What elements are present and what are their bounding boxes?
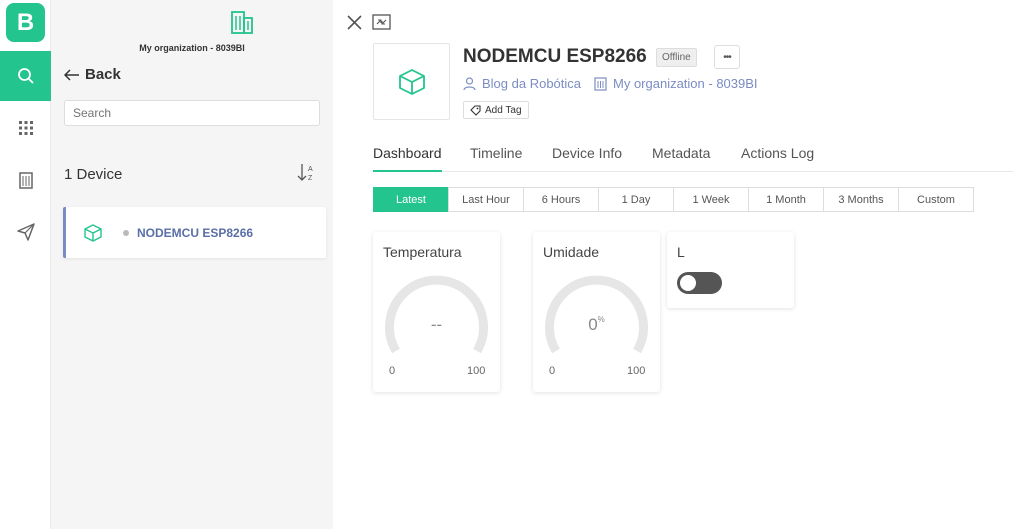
- temperatura-gauge-widget[interactable]: Temperatura -- 0 100: [373, 232, 500, 392]
- widget-title: L: [677, 244, 685, 260]
- umidade-gauge-widget[interactable]: Umidade 0% 0 100: [533, 232, 660, 392]
- device-list-panel: My organization - 8039BI Back 1 Device A…: [51, 0, 333, 529]
- device-list-item-name: NODEMCU ESP8266: [137, 225, 254, 240]
- range-1-week[interactable]: 1 Week: [673, 187, 749, 212]
- status-dot: [123, 229, 129, 236]
- send-icon: [16, 223, 35, 241]
- range-latest[interactable]: Latest: [373, 187, 449, 212]
- arrow-left-icon: [64, 68, 79, 81]
- device-organization-link[interactable]: My organization - 8039BI: [594, 76, 758, 91]
- tag-icon: [470, 104, 481, 116]
- organization-nav-button[interactable]: [0, 155, 51, 205]
- widget-title: Umidade: [543, 244, 600, 260]
- search-input[interactable]: [64, 100, 320, 126]
- back-label: Back: [85, 66, 121, 83]
- close-icon[interactable]: [346, 14, 363, 31]
- device-cube-icon: [398, 68, 425, 95]
- device-owner: Blog da Robótica: [482, 76, 582, 91]
- gauge-value: 0: [588, 315, 598, 334]
- gauge-max-label: 100: [467, 365, 486, 377]
- blynk-logo[interactable]: B: [6, 3, 45, 42]
- building-icon: [594, 76, 607, 91]
- gauge-min-label: 0: [549, 365, 556, 377]
- grid-icon: [18, 121, 33, 135]
- range-3-months[interactable]: 3 Months: [823, 187, 899, 212]
- dashboard-nav-button[interactable]: [0, 103, 51, 153]
- gauge-min-label: 0: [389, 365, 396, 377]
- gauge-value-wrap: 0%: [533, 315, 660, 335]
- device-organization: My organization - 8039BI: [613, 76, 758, 91]
- gauge-max-label: 100: [627, 365, 646, 377]
- tab-dashboard[interactable]: Dashboard: [373, 145, 442, 172]
- range-1-day[interactable]: 1 Day: [598, 187, 674, 212]
- tab-device-info[interactable]: Device Info: [552, 145, 622, 172]
- tab-actions-log[interactable]: Actions Log: [741, 145, 814, 172]
- search-nav-button[interactable]: [0, 51, 51, 101]
- search-icon: [17, 68, 34, 84]
- switch-widget: L: [667, 232, 794, 308]
- svg-text:A: A: [308, 166, 313, 173]
- svg-text:Z: Z: [308, 175, 313, 182]
- gauge-arc: [385, 275, 488, 354]
- device-image[interactable]: [373, 43, 450, 120]
- device-tabs: Dashboard Timeline Device Info Metadata …: [373, 145, 1013, 172]
- device-cube-icon: [84, 223, 102, 242]
- organization-building-icon: [231, 11, 253, 34]
- tab-timeline[interactable]: Timeline: [470, 145, 522, 172]
- building-icon: [18, 172, 33, 189]
- expand-icon[interactable]: [372, 14, 391, 30]
- range-6-hours[interactable]: 6 Hours: [523, 187, 599, 212]
- range-1-month[interactable]: 1 Month: [748, 187, 824, 212]
- tab-metadata[interactable]: Metadata: [652, 145, 710, 172]
- widget-title: Temperatura: [383, 244, 462, 260]
- left-rail: B: [0, 0, 51, 529]
- device-list-item[interactable]: NODEMCU ESP8266: [63, 207, 326, 258]
- user-icon: [463, 76, 476, 90]
- time-range-selector: Latest Last Hour 6 Hours 1 Day 1 Week 1 …: [373, 187, 974, 212]
- more-options-button[interactable]: •••: [714, 45, 740, 69]
- back-button[interactable]: Back: [64, 66, 121, 83]
- switch-toggle[interactable]: [677, 272, 722, 294]
- gauge-value: --: [430, 315, 443, 334]
- range-last-hour[interactable]: Last Hour: [448, 187, 524, 212]
- sort-icon[interactable]: A Z: [297, 162, 317, 184]
- range-custom[interactable]: Custom: [898, 187, 974, 212]
- gauge-unit: %: [597, 315, 605, 324]
- add-tag-button[interactable]: Add Tag: [463, 101, 529, 119]
- device-count: 1 Device: [64, 166, 123, 183]
- status-badge: Offline: [656, 48, 697, 67]
- add-tag-label: Add Tag: [485, 104, 522, 116]
- device-owner-link[interactable]: Blog da Robótica: [463, 76, 581, 91]
- messages-nav-button[interactable]: [0, 207, 51, 257]
- organization-name: My organization - 8039BI: [139, 43, 245, 53]
- device-title: NODEMCU ESP8266: [463, 46, 647, 67]
- gauge-arc: [545, 275, 648, 354]
- toggle-knob: [680, 275, 696, 291]
